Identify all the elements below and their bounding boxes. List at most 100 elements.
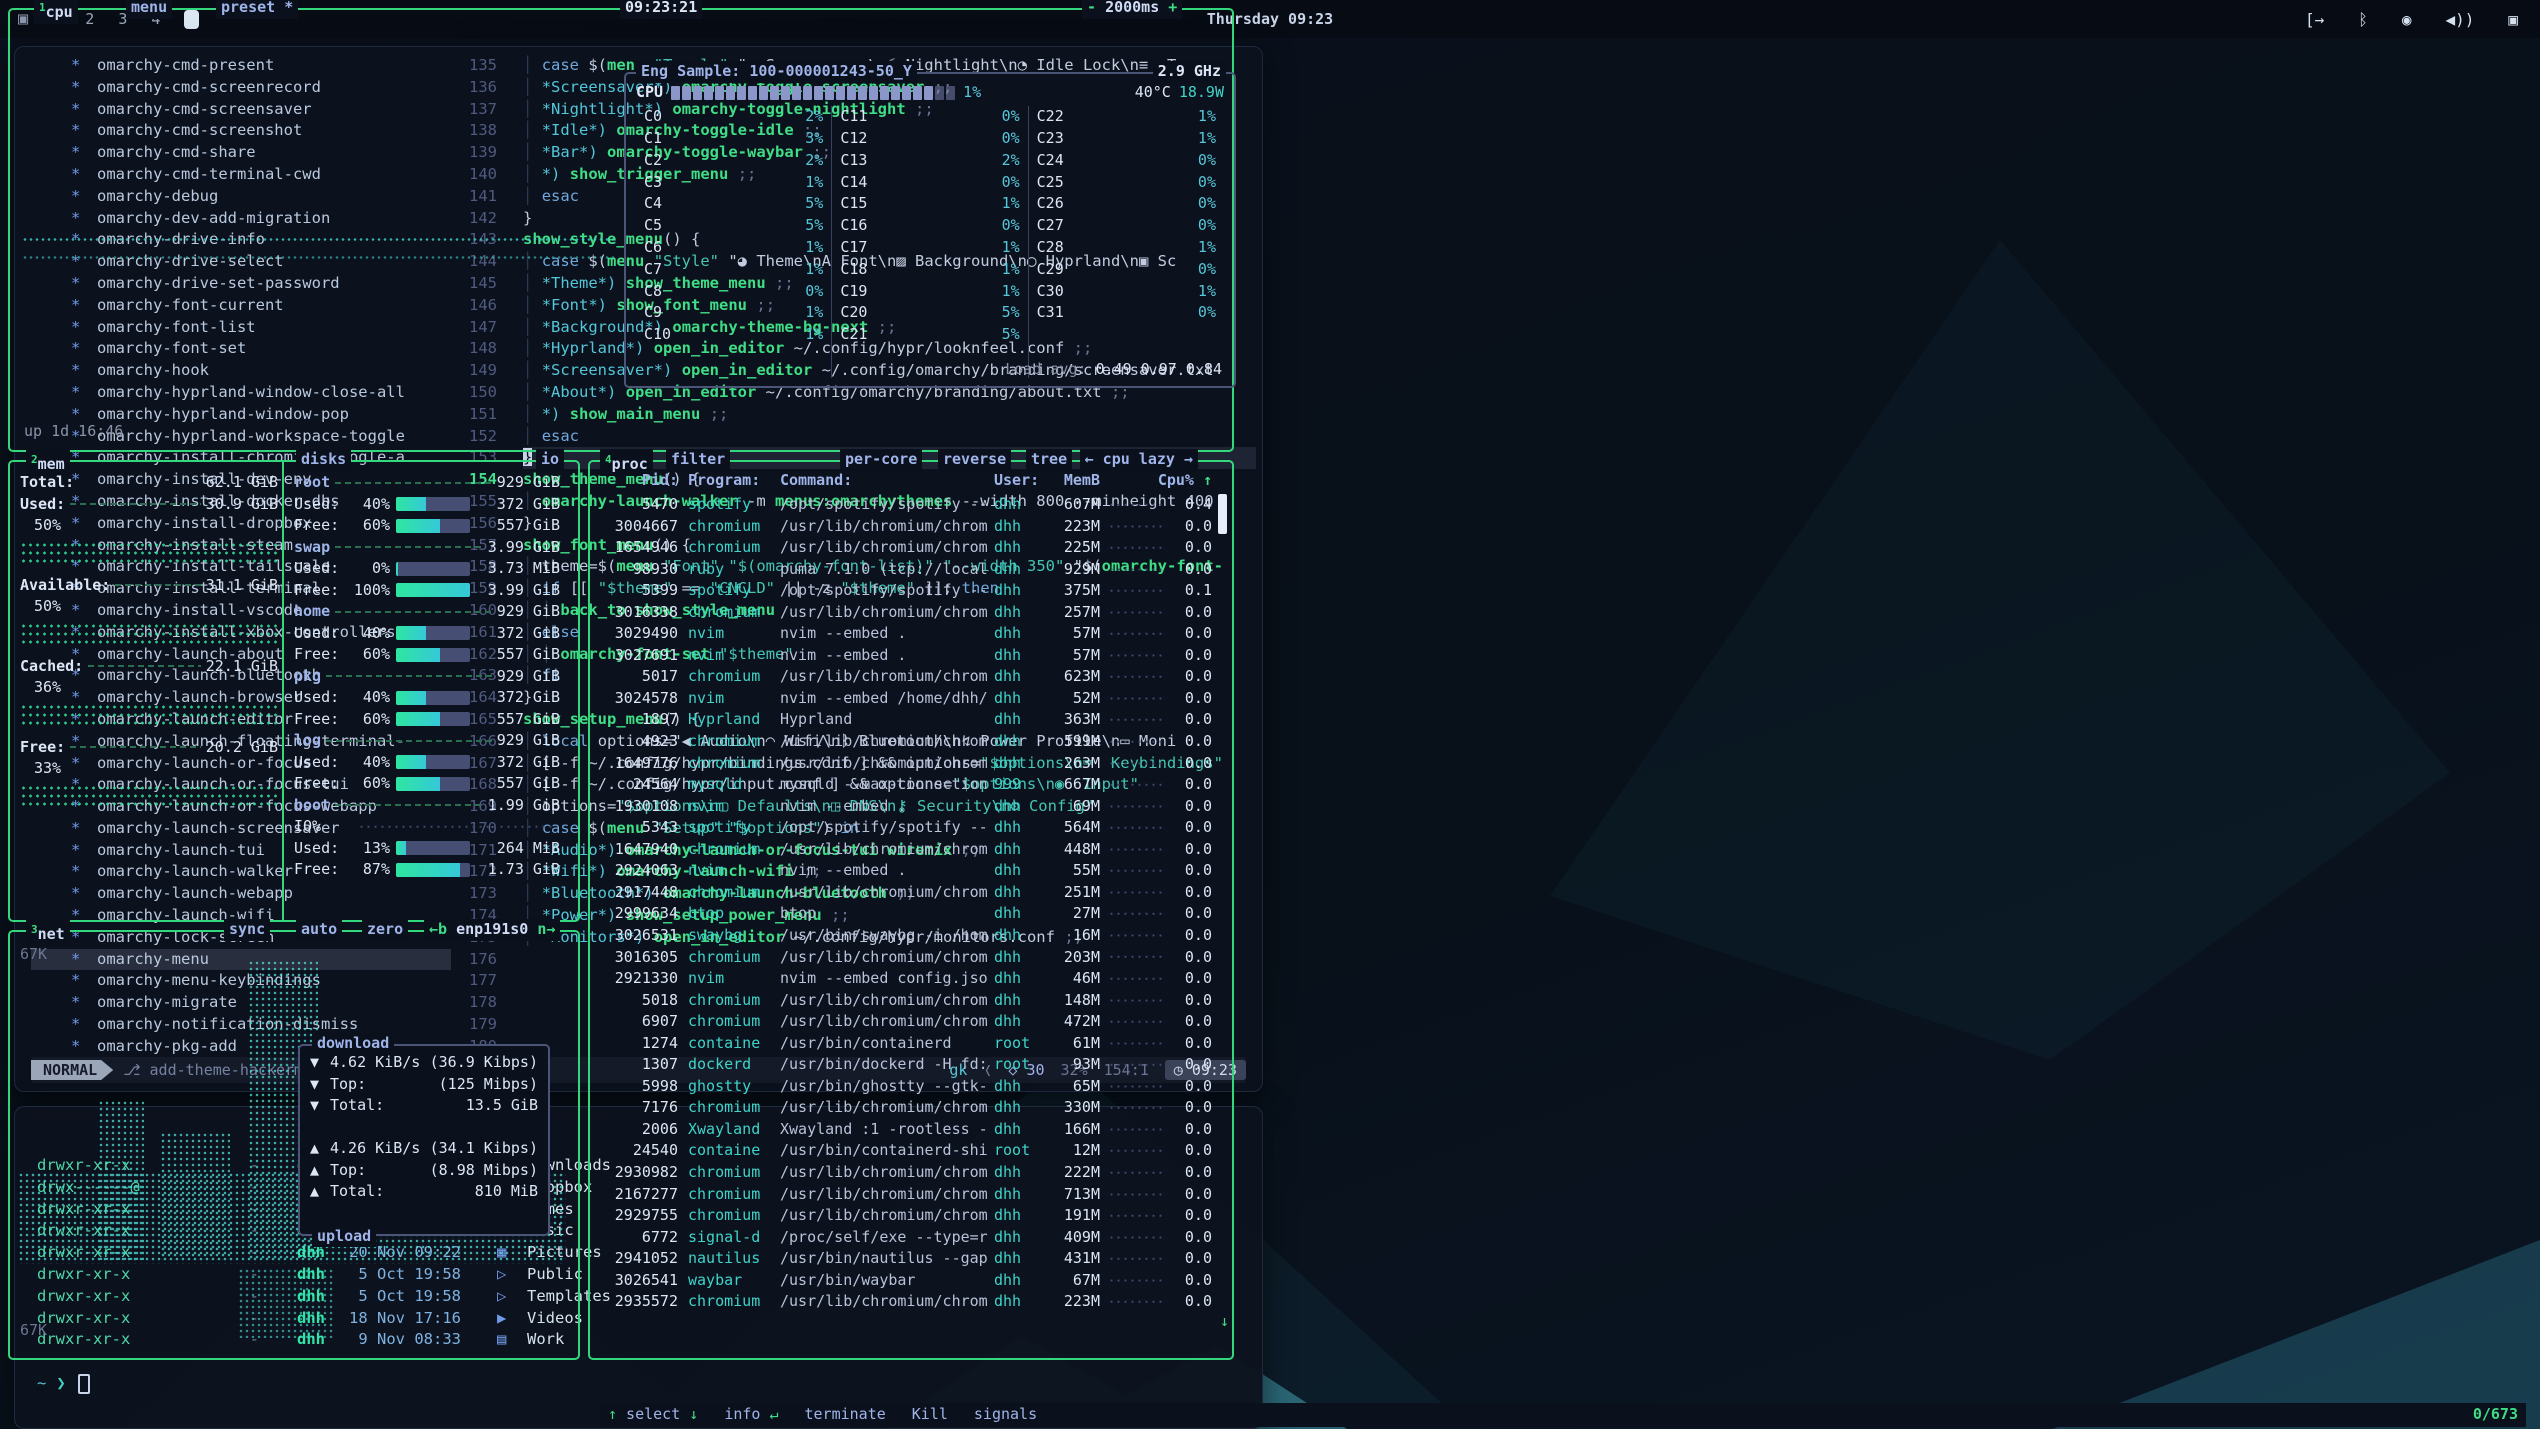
reverse-toggle[interactable]: reverse bbox=[938, 449, 1011, 471]
process-row[interactable]: 1930108nvimnvim --embed .dhh69M0.0 bbox=[598, 796, 1212, 818]
proc-user: dhh bbox=[994, 1248, 1044, 1270]
process-row[interactable]: 4923chromium/usr/lib/chromium/chromdhh59… bbox=[598, 731, 1212, 753]
proc-user: dhh bbox=[994, 1184, 1044, 1206]
process-row[interactable]: 3016305chromium/usr/lib/chromium/chromdh… bbox=[598, 946, 1212, 968]
core-usage: 2% bbox=[789, 106, 823, 128]
proc-user: dhh bbox=[994, 645, 1044, 667]
logout-icon[interactable]: [→ bbox=[2305, 10, 2324, 29]
process-row[interactable]: 1897HyprlandHyprlanddhh363M0.0 bbox=[598, 709, 1212, 731]
disk-free-row: Free:60%557 GiB bbox=[294, 515, 560, 537]
mem-stat-value: 62.1 GiB bbox=[206, 472, 278, 494]
process-row[interactable]: 3024578nvimnvim --embed /home/dhh/dhh52M… bbox=[598, 688, 1212, 710]
process-row[interactable]: 3004667chromium/usr/lib/chromium/chromdh… bbox=[598, 516, 1212, 538]
proc-program: waybar bbox=[688, 1270, 780, 1292]
proc-program: nvim bbox=[688, 860, 780, 882]
process-row[interactable]: 2999634btopbtopdhh27M0.0 bbox=[598, 903, 1212, 925]
process-row[interactable]: 5399spotify/opt/spotify/spotify --dhh375… bbox=[598, 580, 1212, 602]
proc-pid: 2917448 bbox=[598, 882, 678, 904]
process-row[interactable]: 1649776chromium/usr/lib/chromium/chromdh… bbox=[598, 753, 1212, 775]
menu-button[interactable]: menu bbox=[126, 0, 172, 19]
proc-command: Xwayland :1 -rootless - bbox=[780, 1119, 994, 1141]
dotted-leader bbox=[1108, 623, 1162, 645]
cpu-chip-icon[interactable]: ▣ bbox=[2508, 10, 2518, 29]
bluetooth-icon[interactable]: ᛒ bbox=[2358, 10, 2368, 29]
dash-leader bbox=[115, 584, 200, 586]
per-core-toggle[interactable]: per-core bbox=[840, 449, 922, 471]
net-rate-row: ▼Top:(125 Mibps) bbox=[310, 1074, 538, 1096]
process-row[interactable]: 5998ghostty/usr/bin/ghostty --gtk-dhh65M… bbox=[598, 1076, 1212, 1098]
process-row[interactable]: 3016338chromium/usr/lib/chromium/chromdh… bbox=[598, 602, 1212, 624]
cpu-box-title[interactable]: 1cpu bbox=[34, 0, 78, 24]
process-row[interactable]: 2167277chromium/usr/lib/chromium/chromdh… bbox=[598, 1184, 1212, 1206]
process-row[interactable]: 24540containe/usr/bin/containerd-shiroot… bbox=[598, 1140, 1212, 1162]
proc-mem: 46M bbox=[1044, 968, 1100, 990]
used-value: 3.73 MiB bbox=[488, 558, 560, 580]
process-row[interactable]: 1647940chromium/usr/lib/chromium/chromdh… bbox=[598, 839, 1212, 861]
proc-cpu: 0.0 bbox=[1170, 1076, 1212, 1098]
dotted-leader bbox=[1108, 753, 1162, 775]
process-row[interactable]: 1274containe/usr/bin/containerdroot61M0.… bbox=[598, 1033, 1212, 1055]
dotted-leader bbox=[1108, 817, 1162, 839]
process-row[interactable]: 24564mysqldmysqld --max-connection999667… bbox=[598, 774, 1212, 796]
disk-meter bbox=[396, 777, 470, 791]
sort-column-nav[interactable]: ← cpu lazy → bbox=[1080, 449, 1198, 471]
process-row[interactable]: 5018chromium/usr/lib/chromium/chromdhh14… bbox=[598, 990, 1212, 1012]
proc-pid: 1649776 bbox=[598, 753, 678, 775]
network-icon[interactable]: ◉ bbox=[2402, 10, 2412, 29]
footer-action-select[interactable]: ↑ select ↓ bbox=[608, 1404, 698, 1426]
footer-action-kill[interactable]: Kill bbox=[912, 1404, 948, 1426]
process-row[interactable]: 2941052nautilus/usr/bin/nautilus --gapdh… bbox=[598, 1248, 1212, 1270]
terminal-cursor[interactable] bbox=[78, 1374, 90, 1394]
net-zero-toggle[interactable]: zero bbox=[362, 919, 408, 941]
footer-action-signals[interactable]: signals bbox=[974, 1404, 1037, 1426]
core-name: C19 bbox=[840, 281, 882, 303]
interval-control[interactable]: - 2000ms + bbox=[1082, 0, 1182, 19]
tree-toggle[interactable]: tree bbox=[1026, 449, 1072, 471]
cpu-model-label: Eng Sample: 100-000001243-50_Y bbox=[636, 61, 917, 83]
process-row[interactable]: 2006XwaylandXwayland :1 -rootless -dhh16… bbox=[598, 1119, 1212, 1141]
process-row[interactable]: 1307dockerd/usr/bin/dockerd -H fd:root93… bbox=[598, 1054, 1212, 1076]
process-row[interactable]: 98930rubypuma 7.1.0 (tcp://localdhh929M0… bbox=[598, 559, 1212, 581]
core-name: C23 bbox=[1037, 128, 1079, 150]
cpu-graph bbox=[22, 238, 614, 241]
process-row[interactable]: 2935572chromium/usr/lib/chromium/chromdh… bbox=[598, 1291, 1212, 1313]
net-iface-nav[interactable]: ←b enp191s0 n→ bbox=[424, 919, 560, 941]
core-row: C140% bbox=[840, 171, 1019, 193]
proc-program: signal-d bbox=[688, 1227, 780, 1249]
process-row[interactable]: 6772signal-d/proc/self/exe --type=rdhh40… bbox=[598, 1227, 1212, 1249]
process-row[interactable]: 2917448chromium/usr/lib/chromium/chromdh… bbox=[598, 882, 1212, 904]
process-row[interactable]: 3029490nvimnvim --embed .dhh57M0.0 bbox=[598, 623, 1212, 645]
process-row[interactable]: 3027691nvimnvim --embed .dhh57M0.0 bbox=[598, 645, 1212, 667]
shell-prompt[interactable]: ~❯ bbox=[37, 1373, 1252, 1395]
proc-user: dhh bbox=[994, 688, 1044, 710]
process-row[interactable]: 3026541waybar/usr/bin/waybardhh67M0.0 bbox=[598, 1270, 1212, 1292]
footer-action-terminate[interactable]: terminate bbox=[805, 1404, 886, 1426]
net-rate-row: ▲4.26 KiB/s(34.1 Kibps) bbox=[310, 1138, 538, 1160]
free-percent: 60% bbox=[350, 709, 390, 731]
process-row[interactable]: 1654946chromium/usr/lib/chromium/chromdh… bbox=[598, 537, 1212, 559]
core-name: C3 bbox=[644, 172, 686, 194]
net-box-title[interactable]: 3net bbox=[26, 919, 70, 946]
net-auto-toggle[interactable]: auto bbox=[296, 919, 342, 941]
net-sync-toggle[interactable]: sync bbox=[224, 919, 270, 941]
scroll-down-icon[interactable]: ↓ bbox=[1220, 1311, 1229, 1333]
proc-command: /usr/bin/ghostty --gtk- bbox=[780, 1076, 994, 1098]
process-row[interactable]: 2929755chromium/usr/lib/chromium/chromdh… bbox=[598, 1205, 1212, 1227]
sort-arrow-icon[interactable]: ↑ bbox=[1203, 471, 1212, 489]
preset-button[interactable]: preset * bbox=[216, 0, 298, 19]
process-row[interactable]: 5017chromium/usr/lib/chromium/chromdhh62… bbox=[598, 666, 1212, 688]
proc-command: /usr/bin/containerd-shi bbox=[780, 1140, 994, 1162]
process-row[interactable]: 2930982chromium/usr/lib/chromium/chromdh… bbox=[598, 1162, 1212, 1184]
proc-cpu: 0.0 bbox=[1170, 1140, 1212, 1162]
process-row[interactable]: 5343spotify/opt/spotify/spotify --dhh564… bbox=[598, 817, 1212, 839]
process-row[interactable]: 2924063nvimnvim --embed .dhh55M0.0 bbox=[598, 860, 1212, 882]
process-row[interactable]: 7176chromium/usr/lib/chromium/chromdhh33… bbox=[598, 1097, 1212, 1119]
footer-action-info[interactable]: info ↵ bbox=[724, 1404, 778, 1426]
proc-scrollbar[interactable] bbox=[1218, 494, 1227, 534]
volume-icon[interactable]: ◀)) bbox=[2445, 10, 2474, 29]
process-row[interactable]: 3026531swaybg/usr/bin/swaybg -i /homdhh1… bbox=[598, 925, 1212, 947]
process-row[interactable]: 5470spotify/opt/spotify/spotify --dhh607… bbox=[598, 494, 1212, 516]
process-row[interactable]: 6907chromium/usr/lib/chromium/chromdhh47… bbox=[598, 1011, 1212, 1033]
process-row[interactable]: 2921330nvimnvim --embed config.jsodhh46M… bbox=[598, 968, 1212, 990]
filter-button[interactable]: filter bbox=[666, 449, 730, 471]
